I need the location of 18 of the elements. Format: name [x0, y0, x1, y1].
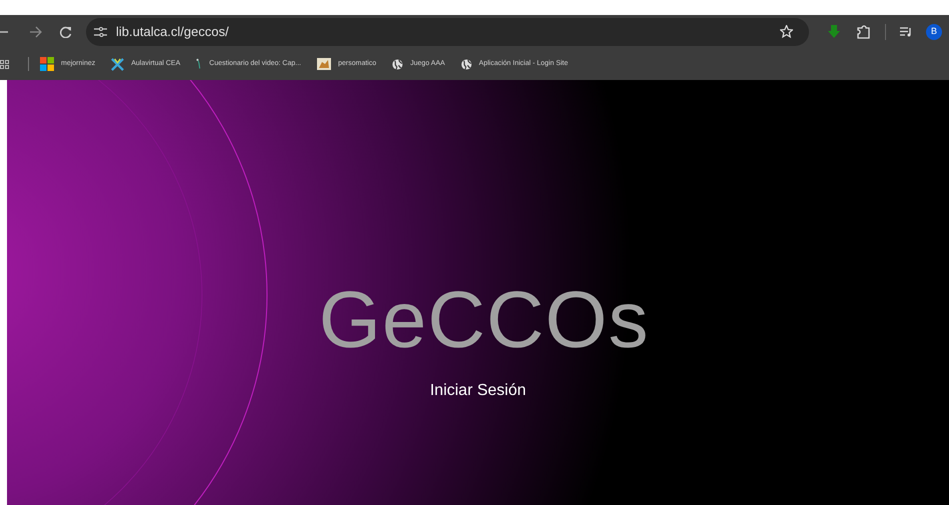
- playlist-icon[interactable]: [900, 26, 912, 36]
- download-icon[interactable]: [828, 25, 840, 38]
- sprout-icon: [196, 58, 202, 70]
- bookmark-star-icon[interactable]: [780, 25, 793, 38]
- address-bar[interactable]: lib.utalca.cl/geccos/: [86, 18, 809, 46]
- globe-icon: [392, 58, 404, 70]
- windows-logo-icon: [40, 57, 54, 71]
- reload-icon[interactable]: [60, 26, 72, 38]
- apps-grid-icon[interactable]: [0, 60, 9, 68]
- login-link[interactable]: Iniciar Sesión: [430, 379, 526, 403]
- site-settings-icon[interactable]: [94, 26, 107, 36]
- url-text: lib.utalca.cl/geccos/: [116, 22, 229, 41]
- puzzle-icon[interactable]: [857, 24, 871, 38]
- profile-avatar[interactable]: B: [926, 24, 942, 40]
- forward-icon[interactable]: [30, 26, 42, 38]
- globe-icon: [460, 58, 472, 70]
- app-title: GeCCOs: [318, 275, 650, 365]
- cross-logo-icon: [111, 58, 124, 70]
